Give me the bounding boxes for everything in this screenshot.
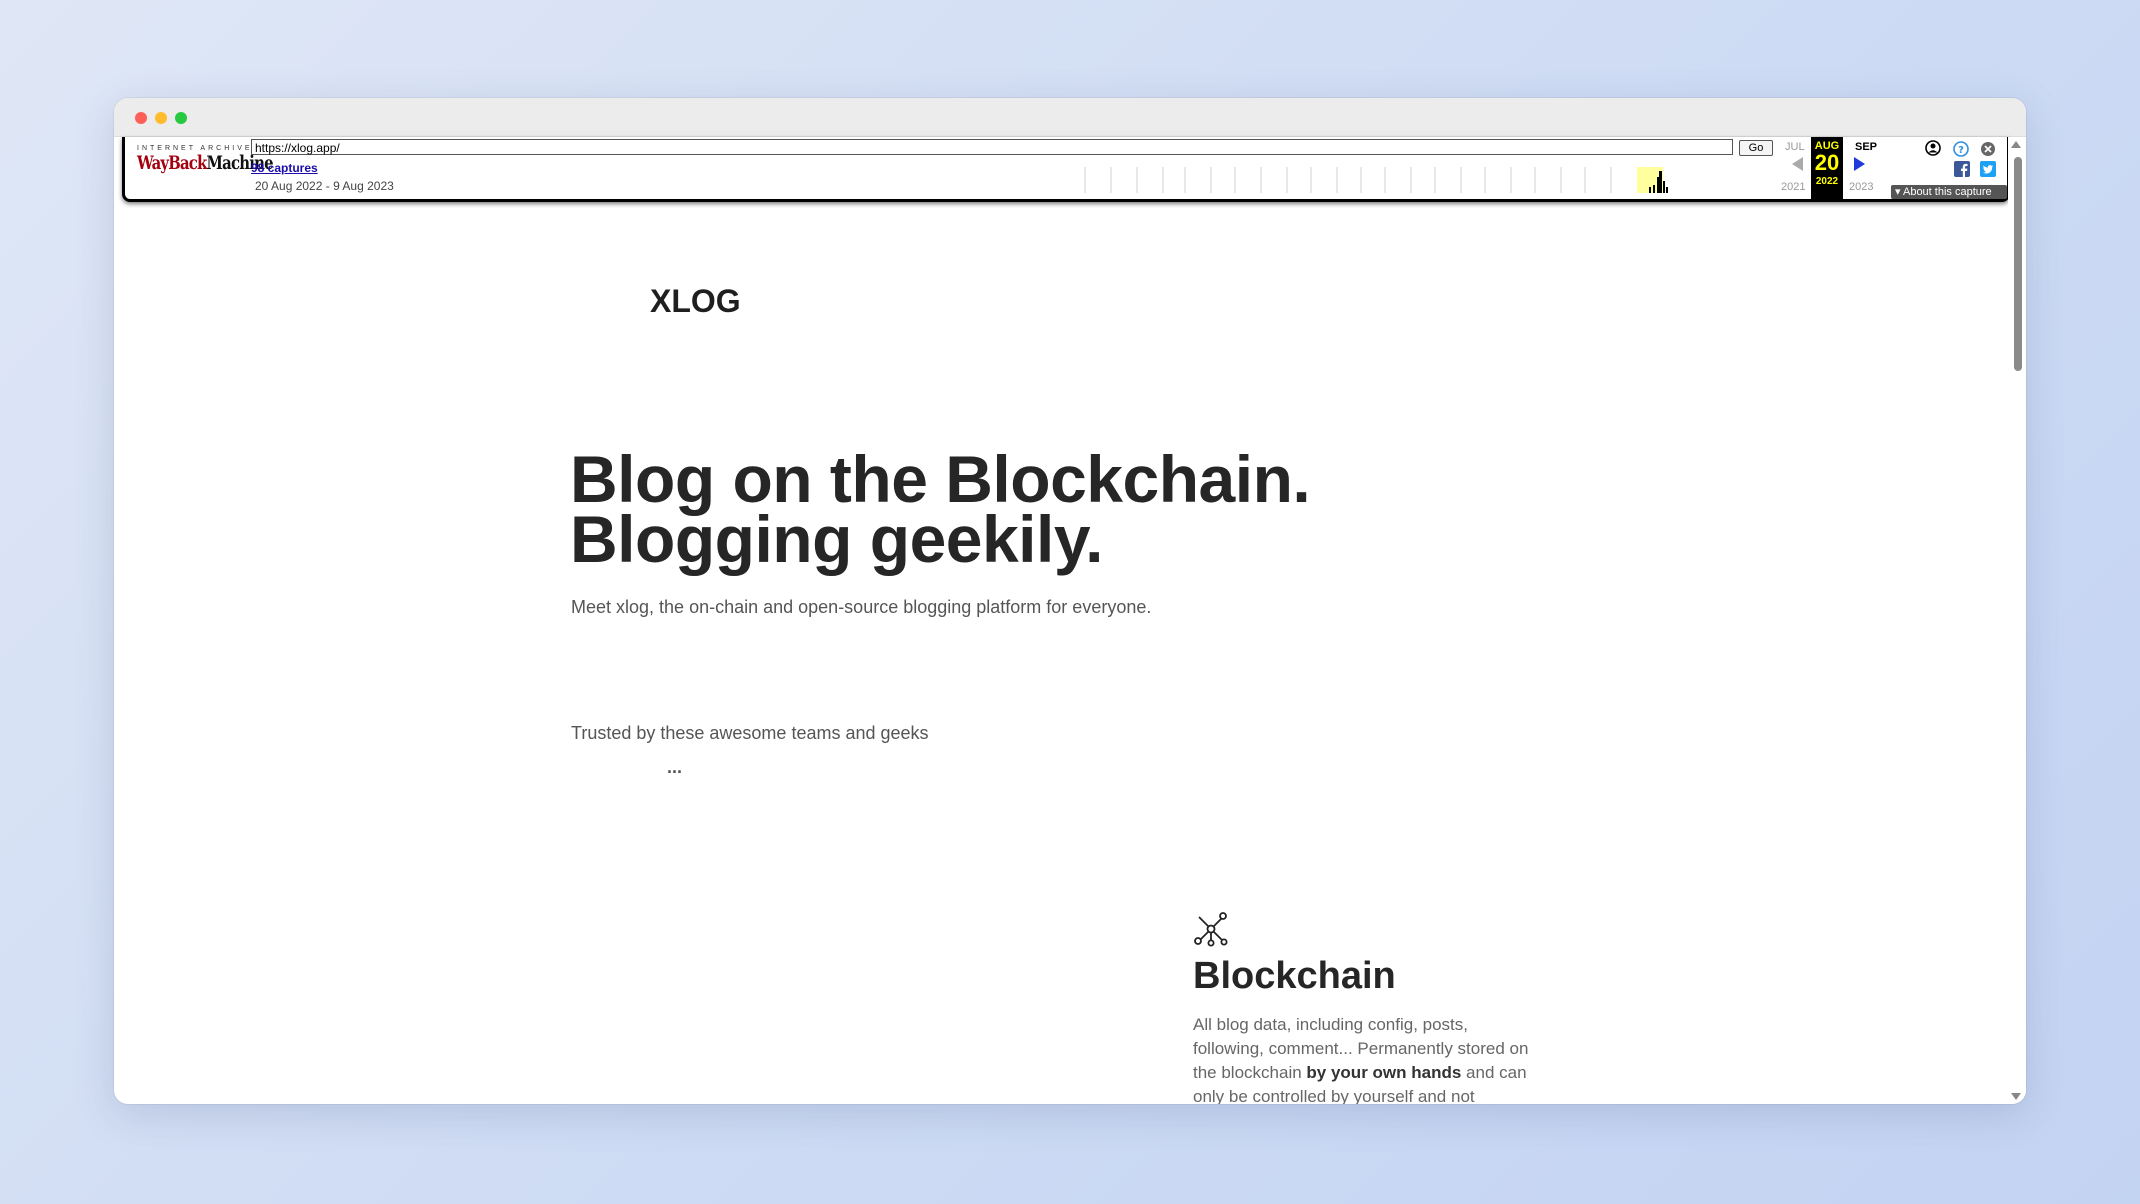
scroll-down-arrow-icon[interactable] [2011,1093,2021,1100]
site-logo[interactable]: XLOG [650,283,741,320]
scroll-thumb[interactable] [2014,157,2022,371]
title-bar [114,98,2026,137]
next-year-label[interactable]: 2023 [1849,181,1873,193]
close-window-button[interactable] [135,112,147,124]
user-icon[interactable] [1925,140,1941,156]
page-viewport: INTERNET ARCHIVE WayBackMachine https://… [114,137,2026,1104]
capture-date-range: 20 Aug 2022 - 9 Aug 2023 [255,179,394,193]
trusted-by-heading: Trusted by these awesome teams and geeks [571,723,929,743]
capture-sparkline[interactable] [1075,167,1715,193]
prev-year-label[interactable]: 2021 [1781,181,1805,193]
next-capture-arrow-icon[interactable] [1854,157,1865,171]
hero-line-1: Blog on the Blockchain. [570,442,1311,516]
help-icon[interactable]: ? [1953,141,1969,157]
facebook-icon[interactable] [1954,161,1970,177]
wayback-logo-top: INTERNET ARCHIVE [137,145,253,152]
browser-window: INTERNET ARCHIVE WayBackMachine https://… [114,98,2026,1104]
feature-title: Blockchain [1193,955,1396,997]
scroll-up-arrow-icon[interactable] [2011,141,2021,148]
current-day: 20 [1814,150,1840,175]
svg-text:?: ? [1958,145,1964,156]
hero-heading: Blog on the Blockchain. Blogging geekily… [570,442,1311,576]
wayback-go-button[interactable]: Go [1739,140,1773,156]
wayback-logo[interactable]: INTERNET ARCHIVE WayBackMachine [137,145,274,189]
prev-capture-arrow-icon[interactable] [1792,157,1803,171]
about-capture-button[interactable]: ▾ About this capture [1891,185,2007,199]
wayback-logo-wordmark: WayBackMachine [137,152,274,174]
current-year: 2022 [1815,176,1839,187]
trusted-loading-ellipsis: ... [667,757,683,777]
prev-month-label[interactable]: JUL [1785,141,1805,153]
next-month-label[interactable]: SEP [1855,141,1877,153]
wayback-toolbar: INTERNET ARCHIVE WayBackMachine https://… [122,137,2010,202]
hero-line-2: Blogging geekily. [570,502,1104,576]
page-scrollbar[interactable] [2008,137,2026,1104]
minimize-window-button[interactable] [155,112,167,124]
wayback-url-input[interactable]: https://xlog.app/ [251,139,1733,155]
close-icon[interactable] [1980,141,1996,157]
hero-subtitle: Meet xlog, the on-chain and open-source … [571,597,1152,617]
maximize-window-button[interactable] [175,112,187,124]
current-capture-date: AUG 20 2022 [1811,137,1843,199]
feature-description: All blog data, including config, posts, … [1193,1015,1529,1104]
captures-link[interactable]: 98 captures [251,161,318,175]
network-icon [1194,912,1228,947]
twitter-icon[interactable] [1980,161,1996,177]
